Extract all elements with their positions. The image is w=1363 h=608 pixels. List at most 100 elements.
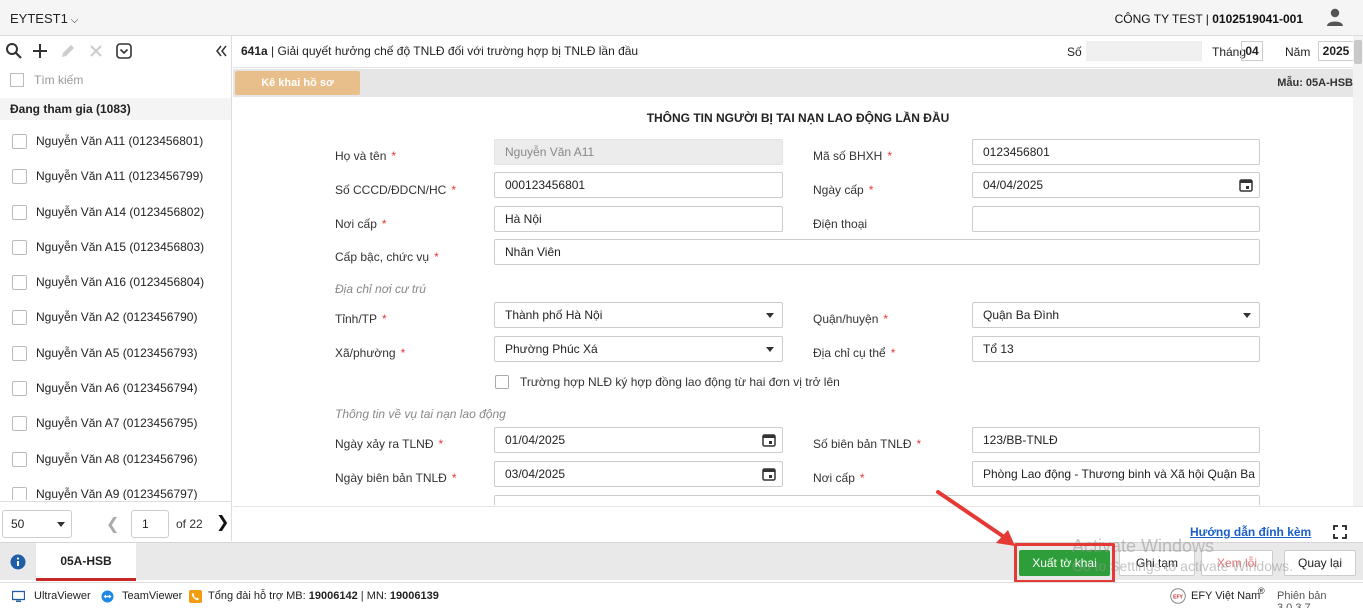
item-label: Nguyễn Văn A16 (0123456804) (36, 275, 205, 290)
list-item[interactable]: Nguyễn Văn A14 (0123456802) (0, 195, 231, 230)
label-text: Nơi cấp (813, 471, 855, 485)
item-checkbox[interactable] (12, 451, 27, 467)
edit-icon[interactable] (59, 42, 77, 60)
page-size-select[interactable]: 50 (2, 510, 72, 538)
form-body: THÔNG TIN NGƯỜI BỊ TAI NẠN LAO ĐỘNG LẦN … (233, 97, 1353, 505)
tenant-selector[interactable]: EYTEST1 ⌵ (10, 11, 78, 26)
form-template-label: Mẫu: 05A-HSB (1277, 77, 1353, 89)
tenant-name: EYTEST1 (10, 11, 68, 26)
chevron-left-icon[interactable]: ❮ (106, 514, 119, 534)
item-label: Nguyễn Văn A11 (0123456801) (36, 134, 204, 148)
list-item[interactable]: Nguyễn Văn A6 (0123456794) (0, 371, 231, 406)
calendar-icon[interactable] (1239, 178, 1253, 192)
info-icon[interactable] (10, 554, 26, 570)
company-info: CÔNG TY TEST | 0102519041-001 (1115, 12, 1303, 26)
thang-input[interactable]: 04 (1241, 41, 1263, 61)
scrollbar-thumb[interactable] (1354, 40, 1362, 64)
next-row-field[interactable] (494, 495, 1260, 505)
item-checkbox[interactable] (12, 169, 27, 185)
list-item[interactable]: Nguyễn Văn A11 (0123456801) (0, 124, 231, 159)
date-value: 04/04/2025 (983, 178, 1044, 192)
so-bien-ban-field[interactable]: 123/BB-TNLĐ (972, 427, 1260, 453)
chevron-right-icon[interactable]: ❯ (216, 512, 229, 532)
item-label: Nguyễn Văn A8 (0123456796) (36, 451, 198, 466)
item-checkbox[interactable] (12, 134, 27, 149)
item-label: Nguyễn Văn A14 (0123456802) (36, 204, 205, 219)
nam-input[interactable]: 2025 (1318, 41, 1354, 61)
noi-cap-field[interactable]: Hà Nội (494, 206, 783, 232)
ultraviewer-link[interactable]: UltraViewer (34, 590, 91, 602)
ma-so-bhxh-label: Mã số BHXH * (813, 149, 893, 163)
ngay-bien-ban-field[interactable]: 03/04/2025 (494, 461, 783, 487)
item-label: Nguyễn Văn A15 (0123456803) (36, 239, 205, 254)
item-checkbox[interactable] (12, 204, 27, 220)
dropdown-box-icon[interactable] (115, 42, 133, 60)
support-mn: 19006139 (389, 590, 439, 602)
ngay-cap-label: Ngày cấp * (813, 183, 874, 197)
multi-contract-checkbox[interactable] (495, 375, 509, 389)
label-text: Ngày cấp (813, 183, 864, 197)
teamviewer-icon[interactable] (101, 590, 114, 603)
search-icon[interactable] (5, 42, 23, 60)
quan-select[interactable]: Quận Ba Đình (972, 302, 1260, 328)
list-item[interactable]: Nguyễn Văn A15 (0123456803) (0, 230, 231, 265)
xa-select[interactable]: Phường Phúc Xá (494, 336, 783, 362)
delete-icon[interactable] (87, 42, 105, 60)
list-item[interactable]: Nguyễn Văn A7 (0123456795) (0, 406, 231, 441)
ngay-cap-field[interactable]: 04/04/2025 (972, 172, 1260, 198)
list-item[interactable]: Nguyễn Văn A8 (0123456796) (0, 442, 231, 477)
item-checkbox[interactable] (12, 345, 27, 361)
top-bar: EYTEST1 ⌵ CÔNG TY TEST | 0102519041-001 (0, 0, 1363, 36)
item-checkbox[interactable] (12, 486, 27, 500)
item-label: Nguyễn Văn A7 (0123456795) (36, 416, 198, 431)
teamviewer-link[interactable]: TeamViewer (122, 590, 182, 602)
ngay-xay-ra-field[interactable]: 01/04/2025 (494, 427, 783, 453)
tab-05a-hsb[interactable]: 05A-HSB (36, 543, 136, 581)
kekhai-button[interactable]: Kê khai hồ sơ (235, 71, 360, 95)
item-label: Nguyễn Văn A9 (0123456797) (36, 486, 198, 500)
select-all-checkbox[interactable] (10, 73, 24, 87)
cccd-field[interactable]: 000123456801 (494, 172, 783, 198)
noi-cap-bien-ban-label: Nơi cấp * (813, 471, 865, 485)
support-mid: | MN: (357, 590, 390, 602)
calendar-icon[interactable] (762, 433, 776, 447)
employee-list: Nguyễn Văn A11 (0123456801) Nguyễn Văn A… (0, 124, 231, 500)
item-checkbox[interactable] (12, 416, 27, 432)
ma-so-bhxh-field[interactable]: 0123456801 (972, 139, 1260, 165)
collapse-panel-icon[interactable] (212, 42, 230, 60)
calendar-icon[interactable] (762, 467, 776, 481)
fullscreen-icon[interactable] (1333, 525, 1347, 539)
scrollbar[interactable] (1353, 36, 1363, 506)
label-text: Số biên bản TNLĐ (813, 437, 912, 451)
page-number-input[interactable]: 1 (131, 510, 169, 538)
tinh-select[interactable]: Thành phố Hà Nội (494, 302, 783, 328)
item-checkbox[interactable] (12, 239, 27, 255)
panel-search[interactable]: Tìm kiếm (8, 70, 208, 90)
cap-bac-field[interactable]: Nhân Viên (494, 239, 1260, 265)
quan-label: Quận/huyện * (813, 312, 889, 326)
so-input[interactable] (1086, 41, 1202, 61)
dia-chi-field[interactable]: Tổ 13 (972, 336, 1260, 362)
ngay-bien-ban-label: Ngày biên bản TNLĐ * (335, 471, 457, 485)
list-item[interactable]: Nguyễn Văn A11 (0123456799) (0, 159, 231, 194)
item-checkbox[interactable] (12, 310, 27, 326)
list-item[interactable]: Nguyễn Văn A5 (0123456793) (0, 336, 231, 371)
employee-panel: Tìm kiếm Đang tham gia (1083) Nguyễn Văn… (0, 36, 232, 541)
label-text: Quận/huyện (813, 312, 879, 326)
add-icon[interactable] (31, 42, 49, 60)
list-item[interactable]: Nguyễn Văn A9 (0123456797) (0, 477, 231, 500)
list-item[interactable]: Nguyễn Văn A2 (0123456790) (0, 300, 231, 335)
list-item[interactable]: Nguyễn Văn A16 (0123456804) (0, 265, 231, 300)
dien-thoai-field[interactable] (972, 206, 1260, 232)
noi-cap-bien-ban-field[interactable]: Phòng Lao động - Thương binh và Xã hội Q… (972, 461, 1260, 487)
label-text: Mã số BHXH (813, 149, 883, 163)
search-placeholder: Tìm kiếm (34, 73, 84, 87)
ultraviewer-icon[interactable] (12, 590, 25, 603)
group-header[interactable]: Đang tham gia (1083) (0, 98, 231, 120)
label-text: Ngày biên bản TNLĐ (335, 471, 447, 485)
svg-text:EFY: EFY (1173, 595, 1183, 601)
back-button[interactable]: Quay lại (1284, 550, 1356, 576)
user-icon[interactable] (1325, 7, 1345, 27)
item-checkbox[interactable] (12, 381, 27, 397)
item-checkbox[interactable] (12, 275, 27, 291)
